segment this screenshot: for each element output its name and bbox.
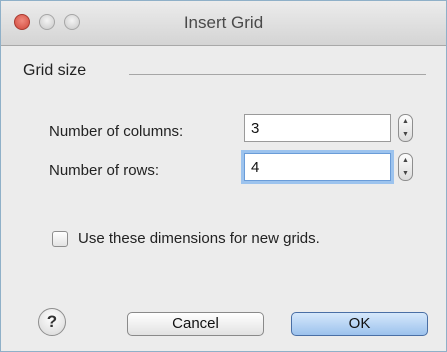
- ok-button[interactable]: OK: [291, 312, 428, 336]
- chevron-down-icon[interactable]: ▼: [399, 167, 412, 180]
- window-title: Insert Grid: [183, 13, 264, 32]
- chevron-down-icon[interactable]: ▼: [399, 128, 412, 141]
- group-divider: [129, 74, 426, 75]
- cancel-button[interactable]: Cancel: [127, 312, 264, 336]
- grid-size-group-label: Grid size: [23, 62, 87, 79]
- use-dimensions-checkbox[interactable]: [52, 231, 68, 247]
- chevron-up-icon[interactable]: ▲: [399, 154, 412, 167]
- title-bar: Insert Grid: [1, 1, 446, 46]
- columns-label: Number of columns:: [49, 123, 184, 140]
- insert-grid-dialog: Insert Grid Grid size Number of columns:…: [0, 0, 447, 352]
- rows-label: Number of rows:: [49, 162, 160, 179]
- rows-stepper[interactable]: ▲ ▼: [398, 153, 413, 181]
- columns-stepper[interactable]: ▲ ▼: [398, 114, 413, 142]
- chevron-up-icon[interactable]: ▲: [399, 115, 412, 128]
- help-icon[interactable]: ?: [38, 308, 66, 336]
- rows-input[interactable]: [244, 153, 391, 181]
- use-dimensions-label[interactable]: Use these dimensions for new grids.: [78, 230, 320, 247]
- columns-input[interactable]: [244, 114, 391, 142]
